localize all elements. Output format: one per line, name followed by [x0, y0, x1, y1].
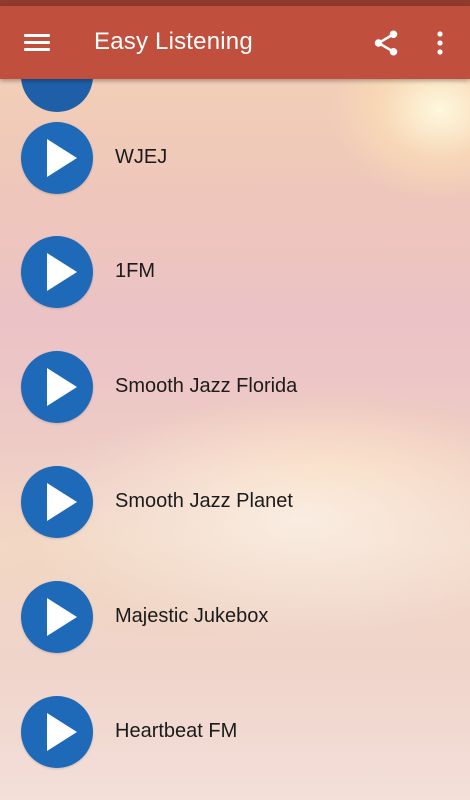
- play-icon[interactable]: [21, 696, 93, 768]
- play-icon[interactable]: [21, 581, 93, 653]
- station-name: Smooth Jazz Planet: [115, 490, 293, 512]
- station-name: 1FM: [115, 260, 155, 282]
- station-name: Majestic Jukebox: [115, 605, 269, 627]
- hamburger-menu-icon[interactable]: [24, 34, 50, 52]
- station-list: WJEJ 1FM Smooth Jazz Florida Smooth Jazz…: [0, 0, 470, 800]
- station-name: Heartbeat FM: [115, 720, 238, 742]
- station-row[interactable]: Heartbeat FM: [0, 682, 470, 782]
- station-row[interactable]: WJEJ: [0, 108, 470, 208]
- station-row[interactable]: Majestic Jukebox: [0, 567, 470, 667]
- play-icon[interactable]: [21, 466, 93, 538]
- station-row[interactable]: Smooth Jazz Florida: [0, 337, 470, 437]
- more-vert-icon[interactable]: [430, 28, 450, 58]
- app-title: Easy Listening: [94, 28, 253, 55]
- share-icon[interactable]: [371, 28, 401, 58]
- app-bar: Easy Listening: [0, 6, 470, 79]
- station-name: WJEJ: [115, 146, 168, 168]
- play-icon[interactable]: [21, 122, 93, 194]
- station-row[interactable]: 1FM: [0, 222, 470, 322]
- station-row[interactable]: Smooth Jazz Planet: [0, 452, 470, 552]
- play-icon[interactable]: [21, 351, 93, 423]
- play-icon[interactable]: [21, 236, 93, 308]
- station-name: Smooth Jazz Florida: [115, 375, 298, 397]
